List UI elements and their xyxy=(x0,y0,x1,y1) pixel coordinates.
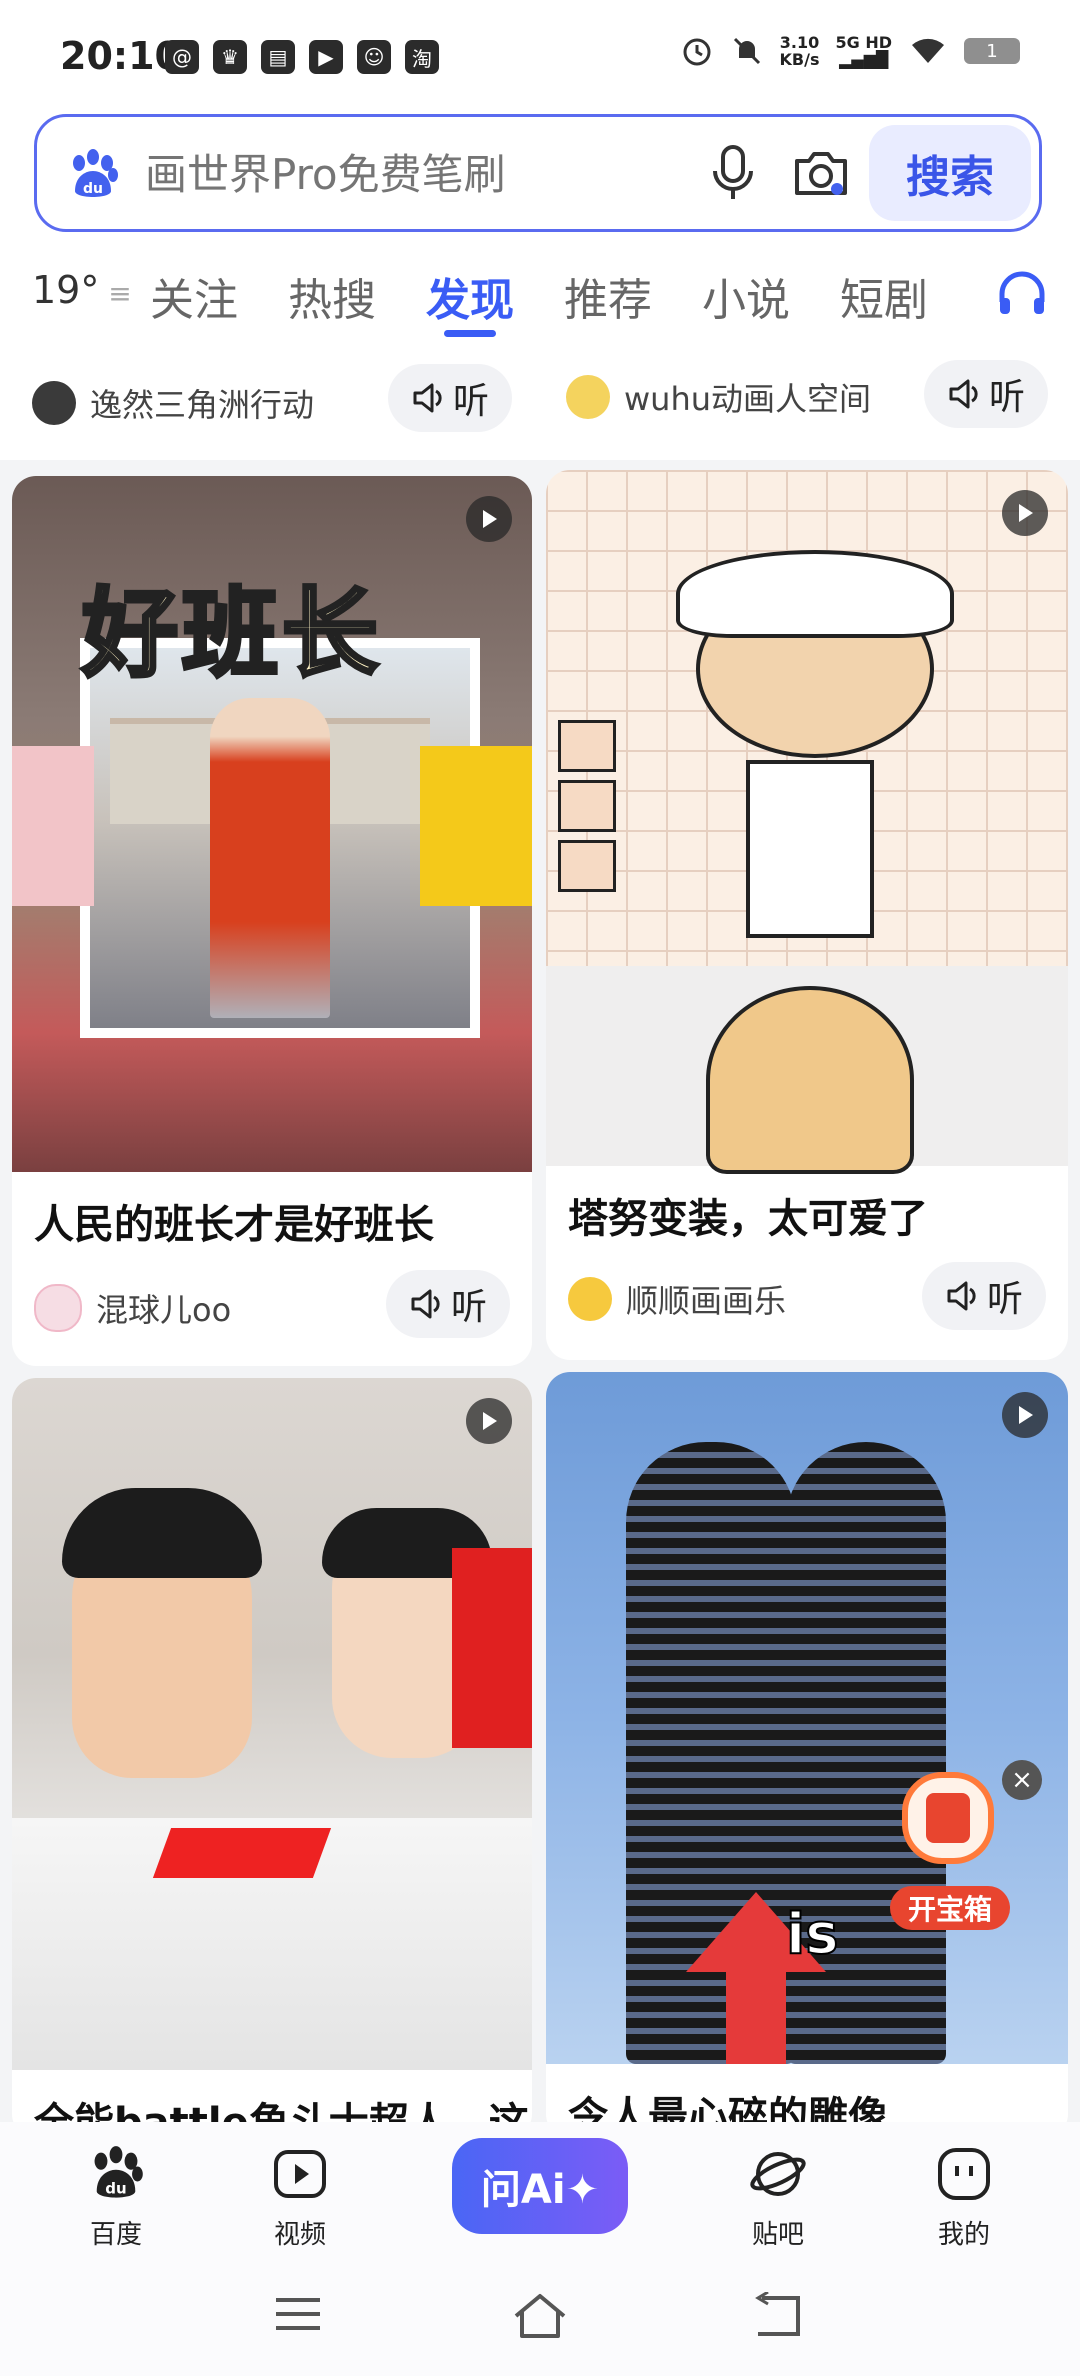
thumbnail-overlay-text: is xyxy=(785,1901,840,1968)
listen-button[interactable]: 听 xyxy=(922,1262,1046,1330)
video-thumbnail[interactable]: is 开宝箱 × xyxy=(546,1372,1068,2064)
tab-following[interactable]: 关注 xyxy=(150,264,238,328)
cartoon-lower-frame xyxy=(546,966,1068,1174)
tab-recommended[interactable]: 推荐 xyxy=(564,264,652,328)
play-icon xyxy=(1002,490,1048,536)
nav-home-label: 百度 xyxy=(89,2220,142,2250)
feed-card[interactable]: 好班长 人民的班长才是好班长 混球儿oo 听 xyxy=(12,476,532,1366)
card-author[interactable]: 顺顺画画乐 xyxy=(626,1276,786,1322)
mute-icon xyxy=(733,37,760,65)
toy-figure-costume xyxy=(452,1548,532,1748)
play-icon xyxy=(466,1398,512,1444)
thumbnail-overlay-text: 好班长 xyxy=(80,576,382,692)
feed-card[interactable]: 全能battle角斗士超人，这 xyxy=(12,1378,532,2138)
baidu-paw-icon: du xyxy=(94,2146,143,2198)
cartoon-apron xyxy=(746,760,874,938)
toy-figure-hair xyxy=(62,1488,262,1578)
feed-card-partial[interactable]: 逸然三角洲行动 听 xyxy=(12,350,532,460)
thumbnail-side-photo xyxy=(12,746,94,906)
notification-icon: ▤ xyxy=(261,40,295,74)
speaker-icon xyxy=(413,383,442,413)
search-button[interactable]: 搜索 xyxy=(869,125,1031,221)
search-input[interactable] xyxy=(143,117,667,231)
back-icon[interactable] xyxy=(752,2292,804,2340)
menu-icon[interactable] xyxy=(272,2292,324,2336)
alarm-icon xyxy=(683,38,711,66)
speaker-icon xyxy=(947,1281,976,1311)
video-play-icon xyxy=(274,2150,326,2198)
planet-icon xyxy=(750,2152,806,2196)
play-icon xyxy=(466,496,512,542)
network-speed: 3.10 KB/s xyxy=(779,33,820,69)
card-title[interactable]: 塔努变装，太可爱了 xyxy=(568,1186,928,1244)
nav-profile[interactable]: 我的 xyxy=(894,2144,1034,2251)
camera-search-icon[interactable] xyxy=(789,141,853,205)
feed-card[interactable]: 塔努变装，太可爱了 顺顺画画乐 听 xyxy=(546,470,1068,1360)
card-author[interactable]: 逸然三角洲行动 xyxy=(90,380,314,426)
microphone-icon[interactable] xyxy=(705,141,761,205)
home-icon[interactable] xyxy=(512,2292,568,2340)
thumbnail-side-photo xyxy=(420,746,532,906)
notification-icons: @ ♛ ▤ ▶ ☺ 淘 xyxy=(165,40,439,74)
card-title[interactable]: 人民的班长才是好班长 xyxy=(34,1192,434,1250)
nav-tieba[interactable]: 贴吧 xyxy=(708,2144,848,2251)
maid-headband xyxy=(676,550,954,638)
listen-button[interactable]: 听 xyxy=(388,364,512,432)
category-tabs: 19° ≡ 关注 热搜 发现 推荐 小说 短剧 xyxy=(0,252,1080,342)
feed-card-partial[interactable]: wuhu动画人空间 听 xyxy=(546,350,1068,450)
notification-icon: ♛ xyxy=(213,40,247,74)
nav-tieba-label: 贴吧 xyxy=(751,2220,804,2250)
signal-indicator: 5G HD ▂▄▆█ xyxy=(835,33,892,69)
video-thumbnail[interactable]: 好班长 xyxy=(12,476,532,1172)
speaker-icon xyxy=(949,379,978,409)
treasure-chest-badge[interactable]: 开宝箱 xyxy=(890,1886,1010,1930)
video-thumbnail[interactable] xyxy=(12,1378,532,2070)
card-author[interactable]: 混球儿oo xyxy=(96,1285,231,1331)
tab-trending[interactable]: 热搜 xyxy=(288,264,376,328)
tab-short-drama[interactable]: 短剧 xyxy=(840,264,928,328)
listen-button[interactable]: 听 xyxy=(386,1270,510,1338)
close-icon[interactable]: × xyxy=(1002,1760,1042,1800)
status-time: 20:10 xyxy=(60,34,181,78)
tab-novels[interactable]: 小说 xyxy=(702,264,790,328)
toy-figure-accent xyxy=(152,1828,332,1878)
speaker-icon xyxy=(411,1289,440,1319)
nav-home[interactable]: du 百度 xyxy=(46,2144,186,2251)
status-bar: 20:10 @ ♛ ▤ ▶ ☺ 淘 3.10 KB/s 5G HD ▂▄▆█ 1 xyxy=(0,0,1080,110)
tab-discover[interactable]: 发现 xyxy=(426,264,514,328)
headphones-icon[interactable] xyxy=(994,266,1050,322)
baidu-logo-icon: du xyxy=(73,149,118,197)
weather-widget[interactable]: 19° ≡ xyxy=(32,268,132,312)
costumed-person xyxy=(210,698,330,1018)
nav-video-label: 视频 xyxy=(273,2220,326,2250)
avatar xyxy=(34,1284,82,1332)
avatar xyxy=(566,375,610,419)
avatar xyxy=(568,1277,612,1321)
system-status: 3.10 KB/s 5G HD ▂▄▆█ 1 xyxy=(680,34,1020,68)
svg-text:du: du xyxy=(83,181,103,197)
play-icon xyxy=(1002,1392,1048,1438)
listen-button[interactable]: 听 xyxy=(924,360,1048,428)
video-thumbnail[interactable] xyxy=(546,470,1068,1174)
notification-icon: ▶ xyxy=(309,40,343,74)
wifi-icon xyxy=(912,38,944,63)
notification-icon: ☺ xyxy=(357,40,391,74)
battery-indicator: 1 xyxy=(964,38,1020,64)
feed-card[interactable]: is 开宝箱 × 令人最心碎的雕像 xyxy=(546,1372,1068,2138)
treasure-chest-icon[interactable] xyxy=(902,1772,994,1864)
search-bar[interactable]: du 搜索 xyxy=(34,114,1042,232)
nav-profile-label: 我的 xyxy=(937,2220,990,2250)
notification-icon: 淘 xyxy=(405,40,439,74)
svg-text:du: du xyxy=(105,2179,126,2197)
card-author[interactable]: wuhu动画人空间 xyxy=(624,374,871,420)
bottom-navigation: du 百度 视频 问Ai✦ 贴吧 我的 xyxy=(0,2122,1080,2376)
avatar xyxy=(32,381,76,425)
active-tab-indicator xyxy=(444,330,496,337)
sticker-panel xyxy=(558,720,616,892)
profile-face-icon xyxy=(938,2148,990,2200)
ai-assistant-button[interactable]: 问Ai✦ xyxy=(452,2138,628,2234)
nav-video[interactable]: 视频 xyxy=(230,2144,370,2251)
notification-icon: @ xyxy=(165,40,199,74)
